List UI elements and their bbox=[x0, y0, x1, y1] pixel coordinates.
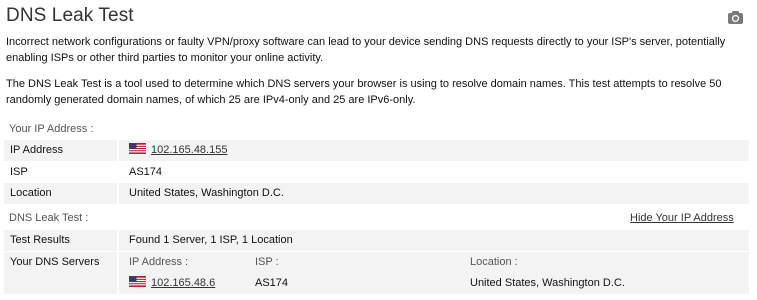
table-divider bbox=[117, 140, 119, 204]
your-ip-section-label: Your IP Address : bbox=[9, 123, 94, 135]
location-value: United States, Washington D.C. bbox=[129, 187, 284, 199]
isp-key: ISP bbox=[10, 166, 28, 178]
camera-icon[interactable] bbox=[727, 10, 744, 25]
dns-server-location: United States, Washington D.C. bbox=[470, 277, 625, 289]
dns-col-location-header: Location : bbox=[470, 256, 518, 268]
test-results-value: Found 1 Server, 1 ISP, 1 Location bbox=[129, 234, 293, 246]
isp-value: AS174 bbox=[129, 166, 163, 178]
ip-address-value-wrap: 102.165.48.155 bbox=[129, 140, 227, 161]
us-flag-icon bbox=[129, 143, 146, 154]
test-results-key: Test Results bbox=[10, 234, 70, 246]
table-divider bbox=[117, 230, 119, 294]
us-flag-icon bbox=[129, 276, 146, 287]
dns-servers-row: Your DNS Servers IP Address : ISP : Loca… bbox=[4, 252, 749, 294]
dns-server-ip-wrap: 102.165.48.6 bbox=[129, 273, 215, 294]
dns-col-isp-header: ISP : bbox=[255, 256, 279, 268]
ip-address-row: IP Address 102.165.48.155 bbox=[4, 140, 749, 161]
dns-servers-key: Your DNS Servers bbox=[10, 256, 100, 268]
location-key: Location bbox=[10, 187, 52, 199]
ip-address-link[interactable]: 102.165.48.155 bbox=[151, 144, 227, 156]
dns-leak-section-label: DNS Leak Test : bbox=[9, 212, 89, 224]
dns-col-ip-header: IP Address : bbox=[129, 256, 189, 268]
location-row: Location United States, Washington D.C. bbox=[4, 183, 749, 204]
hide-ip-link[interactable]: Hide Your IP Address bbox=[630, 212, 734, 224]
dns-server-isp: AS174 bbox=[255, 277, 289, 289]
intro-paragraph-2: The DNS Leak Test is a tool used to dete… bbox=[6, 78, 722, 106]
dns-server-ip-link[interactable]: 102.165.48.6 bbox=[151, 277, 215, 289]
ip-address-key: IP Address bbox=[10, 144, 63, 156]
page-title: DNS Leak Test bbox=[6, 5, 134, 26]
intro-paragraph-1: Incorrect network configurations or faul… bbox=[6, 36, 726, 64]
isp-row: ISP AS174 bbox=[4, 162, 749, 183]
test-results-row: Test Results Found 1 Server, 1 ISP, 1 Lo… bbox=[4, 230, 749, 251]
